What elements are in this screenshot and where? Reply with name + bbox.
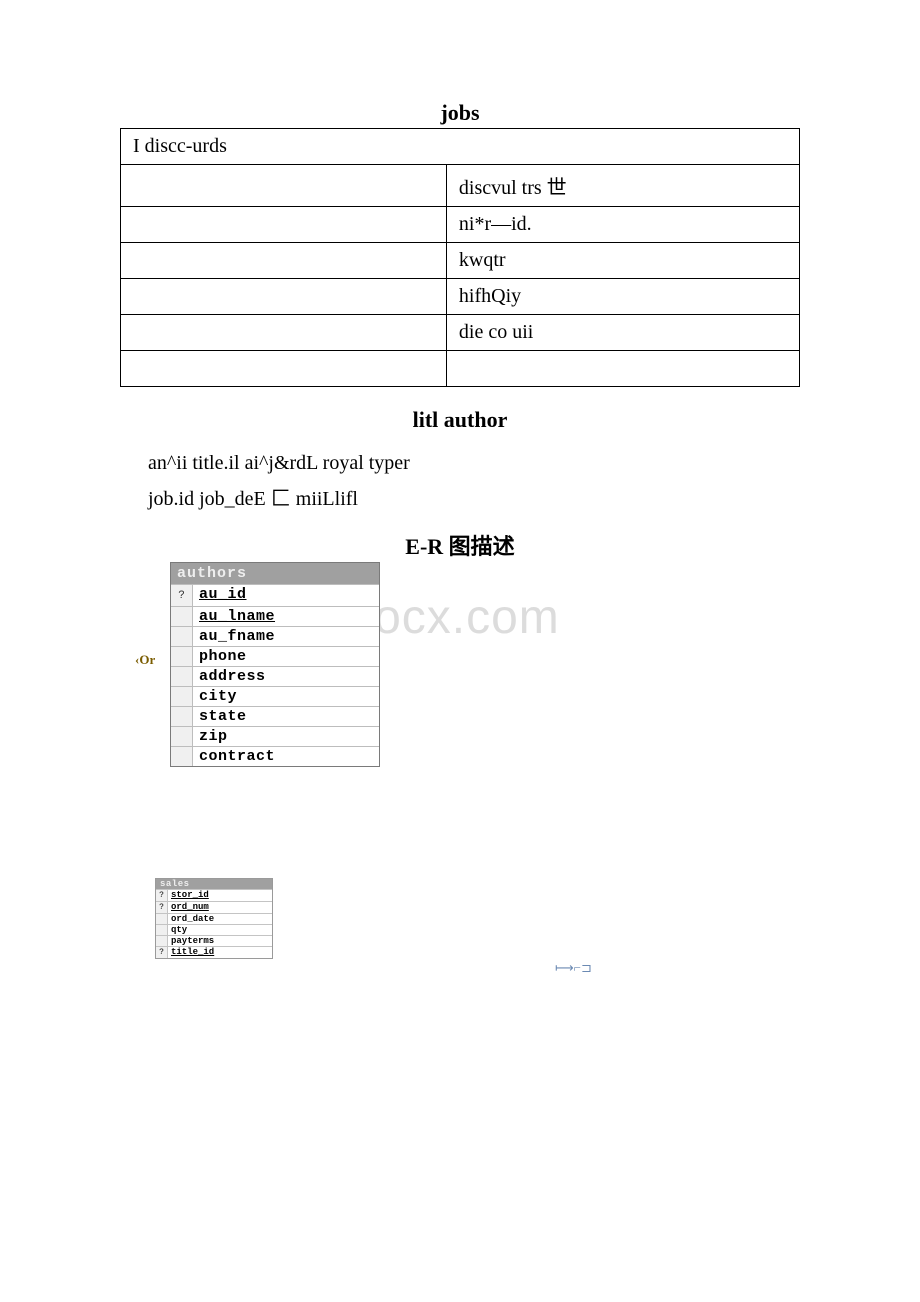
text-line-1: an^ii title.il ai^j&rdL royal typer	[148, 447, 800, 479]
heading-litl-author: litl author	[120, 407, 800, 433]
cell: kwqtr	[446, 243, 799, 279]
field-title-id: title_id	[168, 947, 272, 958]
cell	[121, 243, 447, 279]
field-au-id: au_id	[193, 585, 379, 606]
cell	[121, 351, 447, 387]
text-line-2: job.id job_deE 匚 miiLlifl	[148, 483, 800, 515]
field-qty: qty	[168, 925, 272, 935]
field-stor-id: stor_id	[168, 890, 272, 901]
table-row: ? title_id	[156, 946, 272, 958]
table-row: ni*r—id.	[121, 207, 800, 243]
table-row: hifhQiy	[121, 279, 800, 315]
key-col	[171, 687, 193, 706]
key-col	[156, 936, 168, 946]
key-icon: ?	[156, 902, 168, 913]
cell	[121, 165, 447, 207]
table-row: city	[171, 686, 379, 706]
table-row: payterms	[156, 935, 272, 946]
field-address: address	[193, 667, 379, 686]
key-icon: ?	[156, 890, 168, 901]
table-row: address	[171, 666, 379, 686]
table-row: I discc-urds	[121, 129, 800, 165]
cell: die co uii	[446, 315, 799, 351]
cell	[121, 279, 447, 315]
key-col	[171, 727, 193, 746]
authors-entity-box: authors ? au_id au_lname au_fname phone …	[170, 562, 380, 767]
table-row: zip	[171, 726, 379, 746]
small-relationship-icon: ⟼⌐⊐	[555, 960, 592, 976]
field-au-lname: au_lname	[193, 607, 379, 626]
key-col	[156, 914, 168, 924]
key-col	[171, 607, 193, 626]
table-row: ? au_id	[171, 584, 379, 606]
key-col	[171, 627, 193, 646]
authors-title: authors	[171, 563, 379, 584]
sales-title: sales	[156, 879, 272, 889]
table-row: ? ord_num	[156, 901, 272, 913]
heading-er: E-R 图描述	[120, 529, 800, 561]
table-row: phone	[171, 646, 379, 666]
field-ord-num: ord_num	[168, 902, 272, 913]
key-col	[156, 925, 168, 935]
field-zip: zip	[193, 727, 379, 746]
table-row: qty	[156, 924, 272, 935]
table-row: die co uii	[121, 315, 800, 351]
field-au-fname: au_fname	[193, 627, 379, 646]
table-row: ? stor_id	[156, 889, 272, 901]
cell	[121, 315, 447, 351]
key-col	[171, 667, 193, 686]
cell: discvul trs 世	[446, 165, 799, 207]
field-contract: contract	[193, 747, 379, 766]
key-icon: ?	[156, 947, 168, 958]
cell: ni*r—id.	[446, 207, 799, 243]
table-row: discvul trs 世	[121, 165, 800, 207]
jobs-table: I discc-urds discvul trs 世 ni*r—id. kwqt…	[120, 128, 800, 387]
relationship-icon: ‹Or	[135, 652, 155, 668]
table-row: kwqtr	[121, 243, 800, 279]
table-row	[121, 351, 800, 387]
table-row: state	[171, 706, 379, 726]
heading-jobs: jobs	[120, 100, 800, 126]
cell	[446, 351, 799, 387]
field-phone: phone	[193, 647, 379, 666]
field-payterms: payterms	[168, 936, 272, 946]
sales-entity-box: sales ? stor_id ? ord_num ord_date qty p…	[155, 878, 273, 959]
cell	[121, 207, 447, 243]
cell: hifhQiy	[446, 279, 799, 315]
key-col	[171, 747, 193, 766]
key-col	[171, 707, 193, 726]
key-col	[171, 647, 193, 666]
field-city: city	[193, 687, 379, 706]
cell: I discc-urds	[121, 129, 800, 165]
table-row: au_fname	[171, 626, 379, 646]
field-state: state	[193, 707, 379, 726]
key-icon: ?	[171, 585, 193, 606]
field-ord-date: ord_date	[168, 914, 272, 924]
table-row: contract	[171, 746, 379, 766]
table-row: au_lname	[171, 606, 379, 626]
table-row: ord_date	[156, 913, 272, 924]
